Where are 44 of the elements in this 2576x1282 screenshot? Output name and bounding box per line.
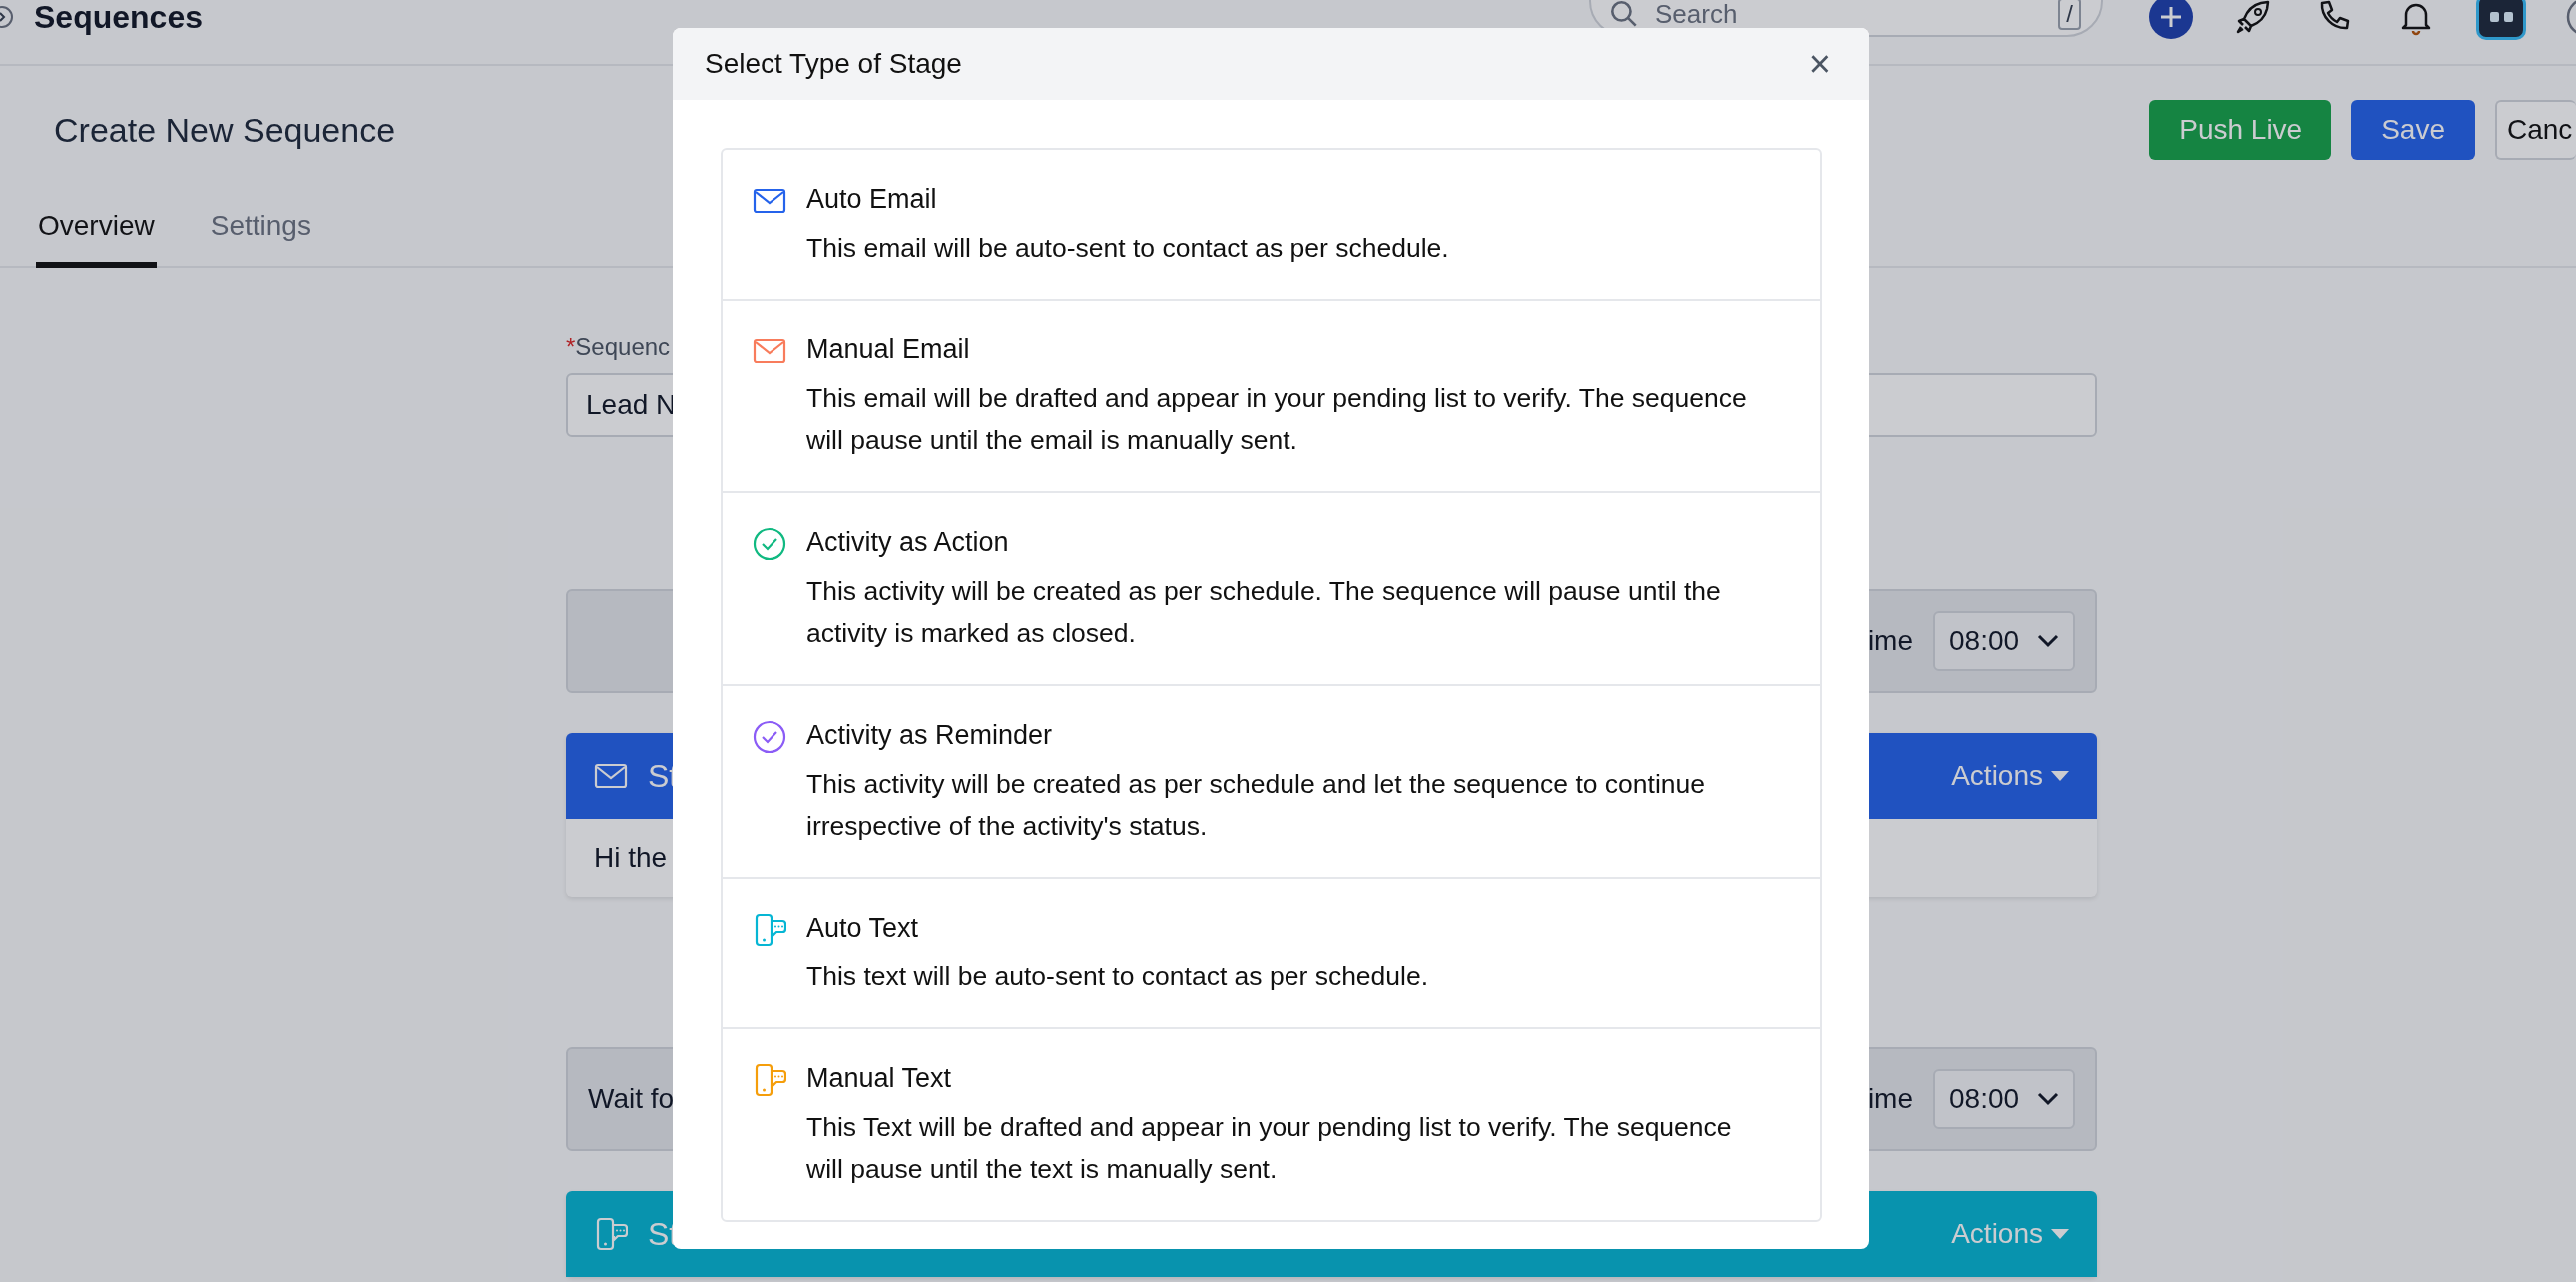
shortcut-key: / <box>2058 0 2081 30</box>
chevron-icon <box>2037 1092 2059 1106</box>
option-item[interactable]: Manual Email This email will be drafted and appear in your pending list to verify. The sequence will pause until the email is manually sent. <box>723 299 1820 491</box>
option-description: This Text will be drafted and appear in your pending list to verify. The sequence will pause until the text is manually sent. <box>806 1111 1733 1186</box>
caret-icon <box>2051 1229 2069 1239</box>
option-title: Activity as Action <box>806 527 1010 558</box>
option-title: Activity as Reminder <box>806 720 1054 751</box>
stage-body-text: Hi the <box>594 842 668 874</box>
cancel-button[interactable]: Canc <box>2495 100 2576 160</box>
time-select[interactable]: 08:00 <box>1933 1069 2075 1129</box>
actions-button[interactable]: Actions <box>1951 760 2069 792</box>
modal-title: Select Type of Stage <box>705 48 963 80</box>
option-description: This activity will be created as per schedule. The sequence will pause until the activity is marked as closed. <box>806 575 1722 650</box>
caret-icon <box>2051 771 2069 781</box>
page-title: Create New Sequence <box>54 110 397 150</box>
time-label: ime <box>1867 625 1913 657</box>
option-title: Manual Email <box>806 334 971 365</box>
option-description: This activity will be created as per schedule and let the sequence to continue irrespective of the activity's status. <box>806 768 1707 843</box>
close-button[interactable]: × <box>1801 42 1839 86</box>
time-label: ime <box>1867 1083 1913 1115</box>
option-title: Manual Text <box>806 1063 953 1094</box>
option-item[interactable]: Auto Text This text will be auto-sent to contact as per schedule. <box>723 877 1820 1027</box>
option-description: This email will be auto-sent to contact as per schedule. <box>806 232 1449 265</box>
add-icon[interactable] <box>2149 0 2193 39</box>
phone-chat-icon <box>594 1217 628 1251</box>
option-item[interactable]: Activity as Reminder This activity will be created as per schedule and let the sequence to continue irrespective of the activity's status. <box>723 684 1820 877</box>
option-item[interactable]: Auto Email This email will be auto-sent to contact as per schedule. <box>723 150 1820 299</box>
chevron-icon <box>2037 634 2059 648</box>
option-title: Auto Text <box>806 913 920 944</box>
wait-label: Wait fo <box>588 1083 676 1115</box>
option-description: This email will be drafted and appear in your pending list to verify. The sequence will pause until the email is manually sent. <box>806 382 1748 457</box>
option-item[interactable]: Manual Text This Text will be drafted and appear in your pending list to verify. The sequence will pause until the text is manually sent. <box>723 1027 1820 1220</box>
option-item[interactable]: Activity as Action This activity will be created as per schedule. The sequence will pause until the activity is marked as closed. <box>723 491 1820 684</box>
search-icon <box>1611 1 1637 27</box>
option-title: Auto Email <box>806 184 938 215</box>
time-select[interactable]: 08:00 <box>1933 611 2075 671</box>
tab[interactable]: Settings <box>208 196 313 268</box>
tab[interactable]: Overview <box>36 196 157 268</box>
field-label: *Sequenc <box>566 333 671 361</box>
option-description: This text will be auto-sent to contact as per schedule. <box>806 961 1429 993</box>
avatar[interactable] <box>2476 0 2526 40</box>
app-title: Sequences <box>34 0 203 36</box>
save-button[interactable]: Save <box>2351 100 2475 160</box>
search-field[interactable]: Search <box>1655 0 2059 30</box>
